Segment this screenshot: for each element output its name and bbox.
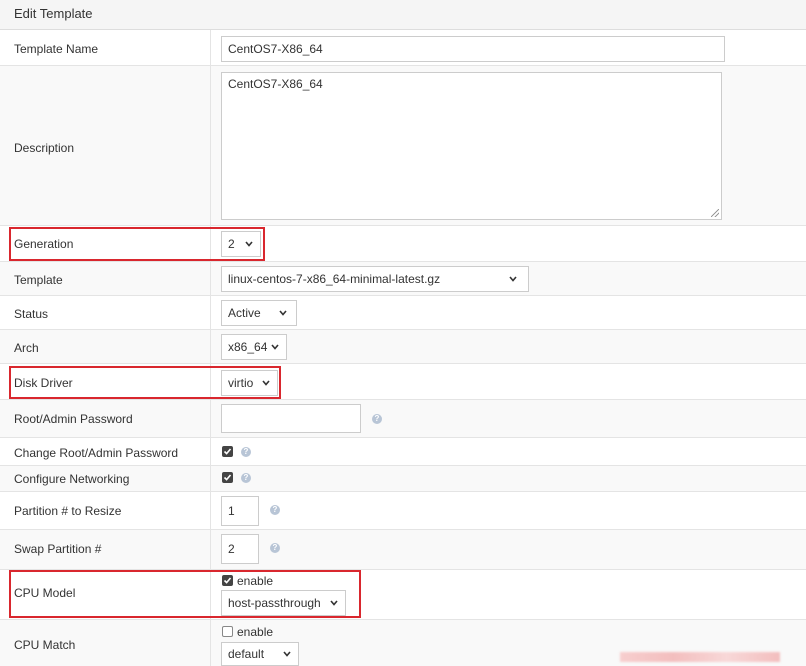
- row-swap-partition: [0, 530, 806, 570]
- chevron-down-icon: [262, 380, 270, 386]
- chevron-down-icon: [245, 241, 253, 247]
- change-root-password-checkbox[interactable]: [222, 446, 233, 457]
- check-icon: [223, 474, 232, 481]
- swap-partition-input[interactable]: [221, 534, 259, 564]
- description-textarea[interactable]: CentOS7-X86_64: [221, 72, 722, 220]
- disk-driver-select[interactable]: virtio: [221, 370, 278, 396]
- help-icon[interactable]: ?: [241, 447, 251, 457]
- label-template-name: Template Name: [14, 42, 99, 56]
- chevron-down-icon: [509, 276, 517, 282]
- help-icon[interactable]: ?: [270, 543, 280, 553]
- label-status: Status: [14, 307, 49, 321]
- partition-resize-input[interactable]: [221, 496, 259, 526]
- row-status: [0, 296, 806, 330]
- label-description: Description: [14, 141, 75, 155]
- chevron-down-icon: [271, 344, 279, 350]
- chevron-down-icon: [330, 600, 338, 606]
- panel-header: Edit Template: [0, 0, 806, 30]
- label-swap-partition: Swap Partition #: [14, 542, 102, 556]
- check-icon: [223, 577, 232, 584]
- cpu-model-select[interactable]: host-passthrough: [221, 590, 346, 616]
- label-configure-networking: Configure Networking: [14, 472, 130, 486]
- arch-value: x86_64: [228, 340, 268, 354]
- cpu-model-enable-checkbox[interactable]: [222, 575, 233, 586]
- cpu-match-enable-checkbox[interactable]: [222, 626, 233, 637]
- label-root-password: Root/Admin Password: [14, 412, 133, 426]
- cpu-match-select[interactable]: default: [221, 642, 299, 666]
- label-generation: Generation: [14, 237, 74, 251]
- label-disk-driver: Disk Driver: [14, 376, 73, 390]
- help-icon[interactable]: ?: [270, 505, 280, 515]
- generation-select[interactable]: 2: [221, 231, 261, 257]
- configure-networking-checkbox[interactable]: [222, 472, 233, 483]
- chevron-down-icon: [279, 310, 287, 316]
- cpu-model-value: host-passthrough: [228, 596, 321, 610]
- textarea-resize-handle[interactable]: [711, 209, 719, 217]
- watermark: [620, 652, 780, 662]
- panel-title: Edit Template: [14, 6, 93, 21]
- status-select[interactable]: Active: [221, 300, 297, 326]
- label-partition-resize: Partition # to Resize: [14, 504, 122, 518]
- row-disk-driver: [0, 364, 806, 400]
- template-select[interactable]: linux-centos-7-x86_64-minimal-latest.gz: [221, 266, 529, 292]
- row-arch: [0, 330, 806, 364]
- arch-select[interactable]: x86_64: [221, 334, 287, 360]
- help-icon[interactable]: ?: [241, 473, 251, 483]
- status-value: Active: [228, 306, 261, 320]
- label-cpu-match: CPU Match: [14, 638, 76, 652]
- row-generation: [0, 226, 806, 262]
- label-change-root-password: Change Root/Admin Password: [14, 446, 179, 460]
- row-cpu-model: [0, 570, 806, 620]
- chevron-down-icon: [283, 651, 291, 657]
- template-name-input[interactable]: [221, 36, 725, 62]
- help-icon[interactable]: ?: [372, 414, 382, 424]
- cpu-model-enable-label: enable: [237, 574, 274, 588]
- label-cpu-model: CPU Model: [14, 586, 76, 600]
- root-password-input[interactable]: [221, 404, 361, 433]
- cpu-match-enable-label: enable: [237, 625, 274, 639]
- column-divider: [210, 30, 211, 666]
- disk-driver-value: virtio: [228, 376, 254, 390]
- template-value: linux-centos-7-x86_64-minimal-latest.gz: [228, 272, 441, 286]
- label-arch: Arch: [14, 341, 39, 355]
- label-template: Template: [14, 273, 63, 287]
- cpu-match-value: default: [228, 647, 265, 661]
- generation-value: 2: [228, 237, 235, 251]
- check-icon: [223, 448, 232, 455]
